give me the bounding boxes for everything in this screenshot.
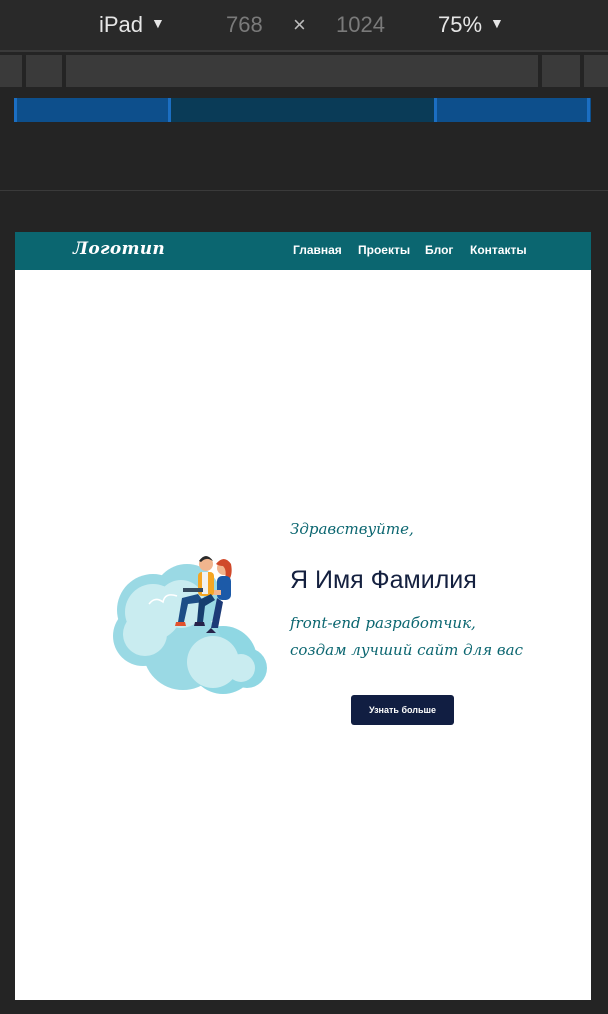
hero-role-line: front-end разработчик,: [290, 614, 476, 632]
width-input[interactable]: 768: [226, 12, 263, 38]
media-query-bar: [14, 98, 591, 122]
media-query-segment[interactable]: [170, 98, 435, 122]
media-query-segment[interactable]: [14, 98, 170, 122]
media-query-marker: [587, 98, 590, 122]
preset-segment[interactable]: [26, 55, 62, 87]
device-name: iPad: [99, 12, 144, 37]
media-query-marker: [434, 98, 437, 122]
device-toolbar: iPad ▼ 768 × 1024 75% ▼: [0, 0, 608, 50]
main-nav: Главная Проекты Блог Контакты: [15, 243, 591, 259]
nav-link-contacts[interactable]: Контакты: [470, 243, 527, 257]
hero-greeting: Здравствуйте,: [290, 520, 414, 538]
device-select[interactable]: iPad ▼: [99, 12, 165, 38]
divider: [0, 50, 608, 52]
learn-more-button[interactable]: Узнать больше: [351, 695, 454, 725]
chevron-down-icon: ▼: [151, 15, 165, 31]
preset-segment[interactable]: [584, 55, 608, 87]
hero-role: front-end разработчик, создам лучший сай…: [290, 610, 580, 664]
chevron-down-icon: ▼: [490, 15, 504, 31]
divider: [0, 190, 608, 191]
zoom-select[interactable]: 75% ▼: [438, 12, 504, 38]
hero-role-line: создам лучший сайт для вас: [290, 641, 523, 659]
media-query-segment[interactable]: [435, 98, 591, 122]
nav-link-home[interactable]: Главная: [293, 243, 342, 257]
hero-illustration: [113, 556, 267, 694]
media-query-marker: [14, 98, 17, 122]
site-header: Логотип Главная Проекты Блог Контакты: [15, 232, 591, 270]
device-viewport: Логотип Главная Проекты Блог Контакты Зд…: [15, 232, 591, 1000]
media-query-marker: [168, 98, 171, 122]
height-input[interactable]: 1024: [336, 12, 385, 38]
nav-link-projects[interactable]: Проекты: [358, 243, 410, 257]
hero-name: Я Имя Фамилия: [290, 566, 477, 594]
zoom-value: 75%: [438, 12, 483, 37]
cloud-shape: [113, 564, 267, 694]
times-icon: ×: [293, 12, 306, 37]
preset-segment[interactable]: [66, 55, 538, 87]
nav-link-blog[interactable]: Блог: [425, 243, 453, 257]
preset-segment[interactable]: [542, 55, 580, 87]
device-preset-bar: [0, 55, 608, 87]
preset-segment[interactable]: [0, 55, 22, 87]
